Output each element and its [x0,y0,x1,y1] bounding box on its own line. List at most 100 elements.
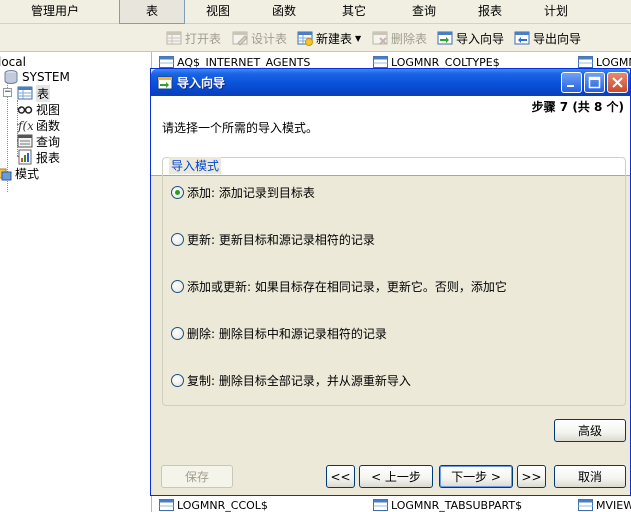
connection-label: local [0,55,26,69]
functions-label: 函数 [36,118,61,133]
radio-update-label: 更新: 更新目标和源记录相符的记录 [187,232,375,247]
open-table-icon [166,31,182,45]
svg-text:f(x): f(x) [17,119,33,133]
export-wizard-icon [514,31,530,45]
reports-label: 报表 [36,150,61,165]
import-wizard-label: 导入向导 [456,31,505,46]
table-icon [373,499,388,511]
schema-icon [4,70,18,84]
export-wizard-label: 导出向导 [533,31,582,46]
dialog-titlebar[interactable]: 导入向导 [151,69,630,96]
import-wizard-icon [157,76,173,90]
views-label: 视图 [36,102,61,117]
radio-button[interactable] [171,326,184,340]
grid-item[interactable]: LOGMNR_CCOL$ [159,497,268,512]
tab-views[interactable]: 视图 [188,0,248,24]
import-wizard-icon [437,31,453,45]
instruction-text: 请选择一个所需的导入模式。 [162,121,319,135]
views-icon [17,106,33,114]
table-icon [17,86,33,100]
radio-copy[interactable]: 复制: 删除目标全部记录，并从源重新导入 [171,372,411,388]
radio-copy-label: 复制: 删除目标全部记录，并从源重新导入 [187,373,411,388]
radio-button[interactable] [171,185,184,199]
models-icon [0,168,12,181]
navigation-tree[interactable]: local SYSTEM − 表 视图 f(x) 函数 [0,52,152,512]
grid-item-label: AQ$_INTERNET_AGENTS [177,55,311,69]
tree-item-reports[interactable]: 报表 [17,149,60,165]
grid-item-label: LOGMNR_COLTYPE$ [391,55,500,69]
table-icon [159,499,174,511]
tree-item-models[interactable]: 模式 [0,165,39,181]
advanced-button[interactable]: 高级 [554,419,626,442]
tab-tables[interactable]: 表 [119,0,185,24]
previous-button[interactable]: < 上一步 [359,465,433,488]
tree-item-views[interactable]: 视图 [17,101,60,117]
minimize-button[interactable] [561,72,582,93]
object-toolbar: 打开表 设计表 新建表 ▼ 删除表 导入向导 导出向导 [0,24,631,52]
grid-item-label: LOGMNR_TABSUBPART$ [391,498,523,512]
last-step-button[interactable]: >> [517,465,546,488]
chevron-down-icon[interactable]: ▼ [355,34,361,43]
maximize-icon [588,76,601,89]
grid-item[interactable]: LOGMNR_TABSUBPART$ [373,497,522,512]
grid-item-label: LOGMNR_CCOL$ [177,498,268,512]
tab-functions[interactable]: 函数 [254,0,314,24]
radio-update[interactable]: 更新: 更新目标和源记录相符的记录 [171,231,375,247]
tree-schema-system[interactable]: SYSTEM [3,69,70,85]
tab-queries[interactable]: 查询 [394,0,454,24]
radio-delete-label: 删除: 删除目标中和源记录相符的记录 [187,326,387,341]
dialog-title: 导入向导 [177,76,226,90]
table-icon [159,56,174,68]
expand-tables-icon[interactable]: − [3,88,12,97]
radio-button[interactable] [171,279,184,293]
report-icon [18,149,32,165]
radio-append-label: 添加: 添加记录到目标表 [187,185,315,200]
design-table-button[interactable]: 设计表 [232,28,287,48]
tab-schedule[interactable]: 计划 [526,0,586,24]
tables-label: 表 [36,84,51,102]
radio-append[interactable]: 添加: 添加记录到目标表 [171,184,315,200]
grid-item[interactable]: MVIEW$ [578,497,631,512]
delete-table-button[interactable]: 删除表 [372,28,427,48]
import-mode-group: 导入模式 添加: 添加记录到目标表 更新: 更新目标和源记录相符的记录 添加或更… [162,157,626,406]
radio-append-or-update-label: 添加或更新: 如果目标存在相同记录，更新它。否则，添加它 [187,279,507,294]
query-icon [17,134,33,148]
tree-item-tables[interactable]: 表 [17,84,51,102]
first-step-button[interactable]: << [326,465,355,488]
tab-others[interactable]: 其它 [324,0,384,24]
maximize-button[interactable] [584,72,605,93]
queries-label: 查询 [36,134,61,149]
table-icon [373,56,388,68]
grid-item-label: MVIEW$ [596,498,631,512]
new-table-button[interactable]: 新建表 ▼ [297,28,361,48]
open-table-button[interactable]: 打开表 [166,28,221,48]
next-button[interactable]: 下一步 > [439,465,513,488]
delete-table-icon [372,31,388,45]
close-button[interactable] [607,72,628,93]
schema-label: SYSTEM [22,70,70,84]
import-mode-label: 导入模式 [169,157,222,174]
design-table-label: 设计表 [251,31,288,46]
export-wizard-button[interactable]: 导出向导 [514,28,581,48]
save-button[interactable]: 保存 [161,465,233,488]
new-table-label: 新建表 [316,31,353,46]
tab-manage-users[interactable]: 管理用户 [18,0,92,24]
new-table-icon [297,31,313,46]
tree-item-functions[interactable]: f(x) 函数 [17,117,61,134]
import-wizard-dialog: 导入向导 步骤 7 (共 8 个) 请选择一个所需的导入模式。 导入模式 添加:… [150,68,631,496]
import-wizard-button[interactable]: 导入向导 [437,28,504,48]
minimize-icon [567,85,574,87]
cancel-button[interactable]: 取消 [554,465,626,488]
radio-append-or-update[interactable]: 添加或更新: 如果目标存在相同记录，更新它。否则，添加它 [171,278,507,294]
radio-button[interactable] [171,373,184,387]
radio-delete[interactable]: 删除: 删除目标中和源记录相符的记录 [171,325,387,341]
tree-item-queries[interactable]: 查询 [17,133,60,149]
tab-reports[interactable]: 报表 [460,0,520,24]
models-label: 模式 [15,166,40,181]
design-table-icon [232,31,248,46]
close-icon [612,77,623,88]
tree-connection[interactable]: local [0,54,26,70]
step-indicator: 步骤 7 (共 8 个) [531,100,624,114]
radio-button[interactable] [171,232,184,246]
grid-item-label: LOGMN [596,55,631,69]
